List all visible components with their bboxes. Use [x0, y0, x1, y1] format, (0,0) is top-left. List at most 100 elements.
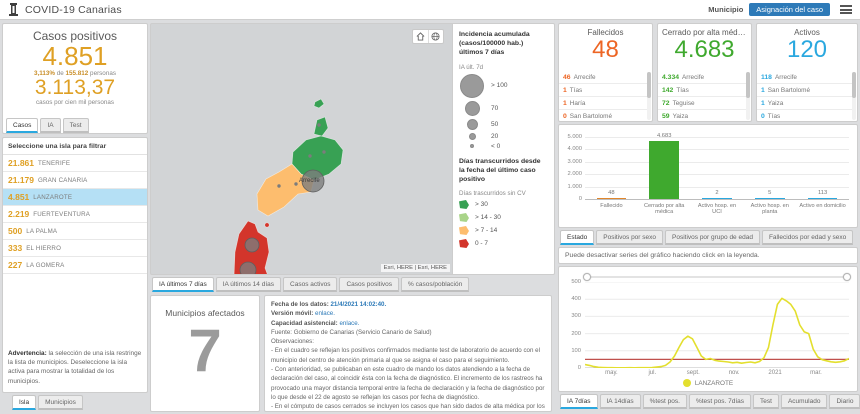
- slider-track[interactable]: [585, 276, 849, 278]
- bar-4[interactable]: [807, 198, 838, 199]
- line-x-tick: may.: [605, 370, 618, 376]
- bar-y-tick: 0: [578, 196, 582, 202]
- slider-handle-right[interactable]: [843, 273, 851, 281]
- slider-handle-left[interactable]: [583, 273, 591, 281]
- map-layer-tab-2[interactable]: Casos activos: [283, 277, 338, 292]
- map-layer-tab-4[interactable]: % casos/población: [401, 277, 470, 292]
- scrollbar[interactable]: [852, 72, 856, 120]
- municipality-name: San Bartolomé: [767, 86, 811, 94]
- island-row-fuerteventura[interactable]: 2.219 FUERTEVENTURA: [3, 206, 147, 223]
- island-count: 21.861: [8, 158, 34, 168]
- recovered-by-municipality-list[interactable]: 4.334 Arrecife 142 Tías 72 Teguise 59 Yaiza: [658, 71, 746, 120]
- positives-rate: 3.113,37: [34, 76, 116, 100]
- municipality-row[interactable]: 0 San Bartolomé: [559, 110, 647, 120]
- mobile-version-line: Versión móvil: enlace.: [271, 310, 335, 318]
- series-legend-label: LANZAROTE: [694, 379, 734, 387]
- mobile-version-link[interactable]: enlace.: [315, 310, 335, 317]
- map-layer-tab-3[interactable]: Casos positivos: [339, 277, 400, 292]
- municipality-count: 4.334: [662, 73, 680, 81]
- bar-chart-plot[interactable]: 48 4.683 2 5 113: [585, 133, 849, 200]
- affected-municipalities-count: 7: [188, 317, 222, 384]
- legend-days-item: > 7 - 14: [459, 226, 548, 236]
- island-scope-tab-1[interactable]: Municipios: [38, 395, 83, 410]
- municipality-row[interactable]: 1 Haría: [559, 97, 647, 110]
- island-row-la-palma[interactable]: 500 LA PALMA: [3, 223, 147, 240]
- series-metric-tab-6[interactable]: Diario: [829, 394, 860, 409]
- island-count: 4.851: [8, 192, 30, 202]
- legend-days-classes: > 30 > 14 - 30 > 7 - 14 0 - 7: [459, 200, 548, 249]
- bar-3[interactable]: [755, 198, 785, 199]
- municipality-row[interactable]: 118 Arrecife: [757, 71, 852, 84]
- map-layer-tab-0[interactable]: IA últimos 7 días: [152, 277, 214, 292]
- island-row-lanzarote[interactable]: 4.851 LANZAROTE: [3, 189, 147, 206]
- series-metric-tab-4[interactable]: Test: [753, 394, 779, 409]
- capacity-link[interactable]: enlace.: [339, 320, 359, 327]
- municipality-name: Yaiza: [672, 112, 689, 120]
- gobierno-canarias-logo-icon: [8, 3, 19, 16]
- active-by-municipality-list[interactable]: 118 Arrecife 1 San Bartolomé 1 Yaiza 0 Tías: [757, 71, 852, 120]
- municipality-row[interactable]: 142 Tías: [658, 84, 746, 97]
- deaths-by-municipality-list[interactable]: 46 Arrecife 1 Tías 1 Haría 0 San Bartolomé: [559, 71, 647, 120]
- map-basemap-globe-icon[interactable]: [427, 30, 444, 43]
- island-row-gran-canaria[interactable]: 21.179 GRAN CANARIA: [3, 172, 147, 189]
- observation-bullet: - En el cómputo de casos cerrados se inc…: [271, 403, 545, 411]
- scrollbar[interactable]: [647, 72, 651, 120]
- municipality-name: Haría: [569, 99, 586, 107]
- scrollbar[interactable]: [746, 72, 750, 120]
- map-layer-tab-1[interactable]: IA últimos 14 días: [215, 277, 282, 292]
- municipality-row[interactable]: 72 Teguise: [658, 97, 746, 110]
- map-home-icon[interactable]: [413, 30, 428, 43]
- bar-1[interactable]: [649, 141, 679, 199]
- legend-days-item: 0 - 7: [459, 239, 548, 249]
- island-row-tenerife[interactable]: 21.861 TENERIFE: [3, 155, 147, 172]
- bar-2[interactable]: [702, 198, 732, 199]
- dashboard: COVID-19 Canarias Municipio Asignación d…: [0, 0, 860, 414]
- municipality-name: Tías: [676, 86, 689, 94]
- island-row-la-gomera[interactable]: 227 LA GOMERA: [3, 257, 147, 274]
- island-scope-tab-0[interactable]: Isla: [12, 395, 37, 410]
- island-count: 500: [8, 226, 23, 236]
- municipality-row[interactable]: 1 Yaiza: [757, 97, 852, 110]
- line-y-tick: 500: [571, 279, 581, 285]
- map-panel[interactable]: Arrecife Esri, HERE | Esri, HERE Inciden…: [150, 23, 555, 275]
- status-tab-0[interactable]: Estado: [560, 230, 595, 245]
- municipality-row[interactable]: 0 Tías: [757, 110, 852, 120]
- series-metric-tab-3[interactable]: %test pos. 7días: [688, 394, 752, 409]
- series-metric-tab-2[interactable]: %test pos.: [642, 394, 687, 409]
- island-row-el-hierro[interactable]: 333 EL HIERRO: [3, 240, 147, 257]
- municipality-row[interactable]: 4.334 Arrecife: [658, 71, 746, 84]
- bar-value-label: 113: [817, 190, 828, 196]
- status-tab-3[interactable]: Fallecidos por edad y sexo: [761, 230, 854, 245]
- app-header: COVID-19 Canarias Municipio Asignación d…: [0, 0, 860, 20]
- municipality-name: Arrecife: [573, 73, 596, 81]
- data-info-panel[interactable]: Fecha de los datos: 21/4/2021 14:02:40. …: [264, 295, 552, 412]
- municipality-row[interactable]: 1 Tías: [559, 84, 647, 97]
- status-tab-2[interactable]: Positivos por grupo de edad: [665, 230, 760, 245]
- series-metric-tab-5[interactable]: Acumulado: [780, 394, 828, 409]
- series-metric-tab-1[interactable]: IA 14días: [599, 394, 641, 409]
- bar-0[interactable]: [596, 198, 627, 199]
- bar-y-tick: 1.000: [567, 183, 582, 190]
- legend-size-label: 20: [491, 132, 499, 140]
- menu-icon[interactable]: [840, 5, 852, 14]
- map-controls: [412, 29, 444, 44]
- assign-case-button[interactable]: Asignación del caso: [749, 3, 830, 16]
- observations-heading: Observaciones:: [271, 338, 314, 346]
- positives-tab-0[interactable]: Casos: [6, 118, 39, 133]
- series-metric-tab-0[interactable]: IA 7días: [560, 394, 598, 409]
- island-name: LA GOMERA: [26, 261, 65, 269]
- island-name: LANZAROTE: [33, 193, 73, 201]
- positives-tab-2[interactable]: Test: [62, 118, 89, 133]
- municipality-row[interactable]: 59 Yaiza: [658, 110, 746, 120]
- municipality-row[interactable]: 1 San Bartolomé: [757, 84, 852, 97]
- municipality-row[interactable]: 46 Arrecife: [559, 71, 647, 84]
- status-tab-1[interactable]: Positivos por sexo: [596, 230, 663, 245]
- line-y-tick: 300: [571, 313, 581, 320]
- line-chart-plot[interactable]: [585, 282, 849, 368]
- size-circle-icon: [468, 132, 476, 140]
- series-legend[interactable]: LANZAROTE: [559, 379, 857, 387]
- municipality-count: 1: [563, 86, 567, 94]
- island-filter-heading: Seleccione una isla para filtrar: [3, 138, 147, 155]
- positives-tab-1[interactable]: IA: [40, 118, 61, 133]
- municipality-name: Tías: [569, 86, 583, 94]
